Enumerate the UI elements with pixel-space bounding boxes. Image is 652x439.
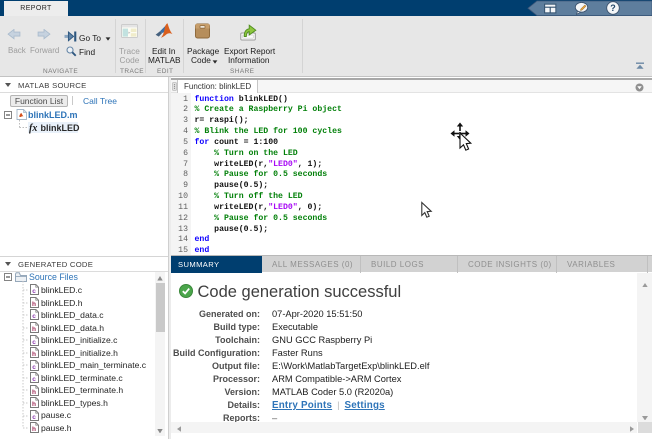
svg-text:c: c xyxy=(32,414,36,421)
svg-text:h: h xyxy=(32,351,36,358)
svg-text:c: c xyxy=(32,364,36,371)
svg-text:c: c xyxy=(32,288,36,295)
svg-text:c: c xyxy=(32,376,36,383)
svg-text:h: h xyxy=(32,326,36,333)
svg-text:h: h xyxy=(32,301,36,308)
svg-text:c: c xyxy=(32,313,36,320)
svg-text:h: h xyxy=(32,389,36,396)
svg-text:?: ? xyxy=(610,3,616,13)
svg-text:c: c xyxy=(32,339,36,346)
svg-text:h: h xyxy=(32,401,36,408)
svg-text:h: h xyxy=(32,426,36,433)
